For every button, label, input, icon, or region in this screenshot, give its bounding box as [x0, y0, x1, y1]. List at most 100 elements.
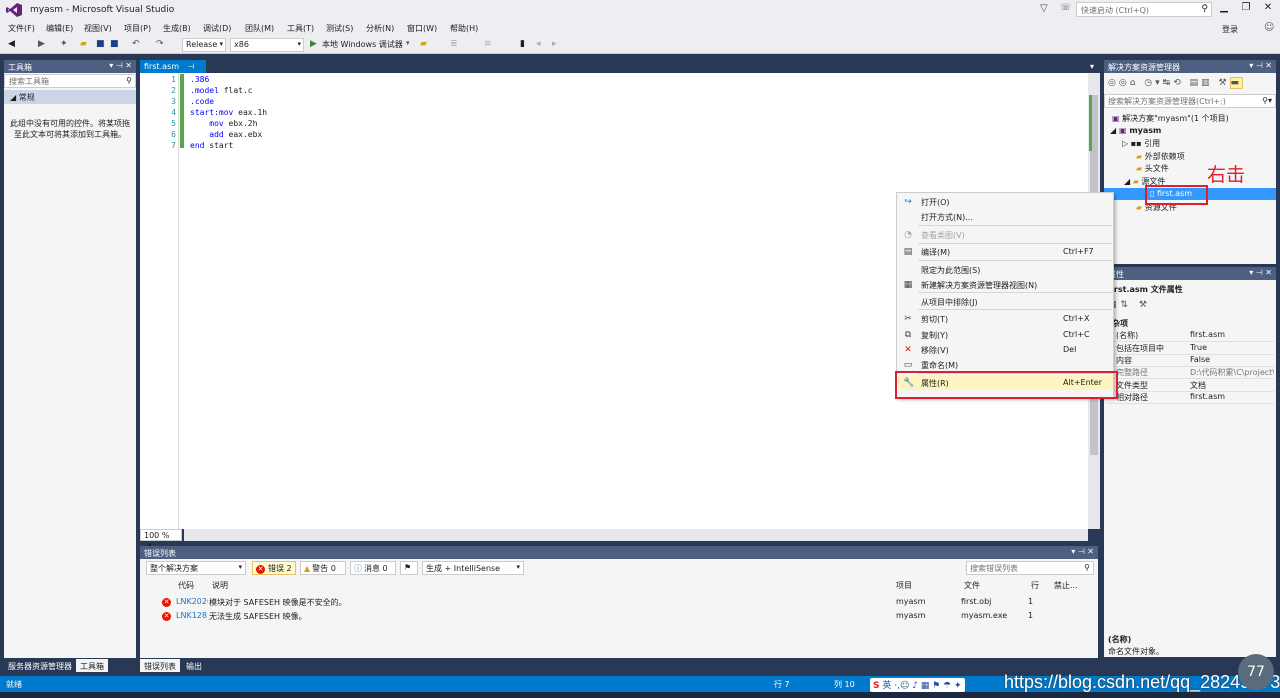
close-button[interactable]: ✕ — [1260, 2, 1276, 16]
panel-controls-icon[interactable]: ▾ ⊣ ✕ — [109, 61, 132, 70]
property-row[interactable]: 完整路径 D:\代码积累\C\project\ — [1106, 367, 1274, 379]
restore-button[interactable]: ❐ — [1238, 2, 1254, 16]
table-row[interactable]: ✕ LNK1281 无法生成 SAFESEH 映像。 myasm myasm.e… — [162, 611, 1096, 623]
panel-controls-icon[interactable]: ▾ ⊣ ✕ — [1249, 268, 1272, 277]
tree-item-project[interactable]: ◢ ▣ myasm — [1110, 126, 1161, 135]
menu-item-open[interactable]: ↪ 打开(O) — [897, 194, 1113, 209]
ime-toolbar[interactable]: S 英 ·,☺ ♪ ▦ ⚑ ☂ ✦ — [870, 678, 965, 692]
pin-icon[interactable]: ⊣ — [188, 62, 195, 71]
menu-file[interactable]: 文件(F) — [8, 23, 35, 34]
errors-filter-button[interactable]: ✕ 错误 2 — [252, 561, 296, 575]
next-bookmark-icon[interactable]: ▸ — [552, 39, 557, 49]
messages-filter-button[interactable]: ⓘ 消息 0 — [350, 561, 396, 575]
property-row[interactable]: 包括在项目中 True — [1106, 343, 1274, 355]
tree-item-external-deps[interactable]: ▰ 外部依赖项 — [1136, 151, 1185, 162]
error-scope-select[interactable]: 整个解决方案 ▾ — [146, 561, 246, 575]
menu-item-open-with[interactable]: 打开方式(N)... — [897, 209, 1113, 224]
column-header-file[interactable]: 文件 — [964, 580, 980, 591]
sign-in-link[interactable]: 登录 — [1222, 24, 1238, 35]
tree-item-references[interactable]: ▷ ▪▪ 引用 — [1122, 138, 1160, 149]
undo-icon[interactable]: ↶ — [132, 39, 140, 49]
property-row[interactable]: 文件类型 文档 — [1106, 380, 1274, 392]
menu-item-compile[interactable]: ▤ 编译(M) Ctrl+F7 — [897, 244, 1113, 259]
column-header-suppress[interactable]: 禁止... — [1054, 580, 1078, 591]
menu-team[interactable]: 团队(M) — [245, 23, 274, 34]
redo-icon[interactable]: ↷ — [156, 39, 164, 49]
column-header-project[interactable]: 项目 — [896, 580, 912, 591]
column-header-code[interactable]: 代码 — [178, 580, 194, 591]
property-row[interactable]: (名称) first.asm — [1106, 330, 1274, 342]
menu-item-copy[interactable]: ⧉ 复制(Y) Ctrl+C — [897, 327, 1113, 342]
chevron-down-icon[interactable]: ◢ — [1124, 177, 1130, 186]
property-row[interactable]: 相对路径 first.asm — [1106, 392, 1274, 404]
navigate-back-icon[interactable]: ◀ — [8, 39, 15, 49]
error-code-link[interactable]: LNK2026 — [176, 597, 208, 606]
bookmark-icon[interactable]: ▮ — [520, 39, 525, 49]
properties-object-select[interactable]: first.asm 文件属性 — [1108, 284, 1183, 295]
tree-item-solution[interactable]: ▣ 解决方案"myasm"(1 个项目) — [1112, 113, 1229, 124]
column-header-line[interactable]: 行 — [1031, 580, 1039, 591]
menu-help[interactable]: 帮助(H) — [450, 23, 478, 34]
chevron-right-icon[interactable]: ▷ — [1122, 139, 1128, 148]
tab-output[interactable]: 输出 — [182, 659, 206, 672]
menu-build[interactable]: 生成(B) — [163, 23, 191, 34]
menu-window[interactable]: 窗口(W) — [407, 23, 437, 34]
menu-test[interactable]: 测试(S) — [326, 23, 353, 34]
start-debug-icon[interactable]: ▶ — [310, 39, 317, 49]
save-all-icon[interactable]: ■ — [110, 39, 119, 49]
table-row[interactable]: ✕ LNK2026 模块对于 SAFESEH 映像是不安全的。 myasm fi… — [162, 597, 1096, 609]
chevron-down-icon[interactable]: ◢ — [1110, 126, 1116, 135]
tab-overflow-icon[interactable]: ▾ — [1090, 62, 1094, 71]
menu-item-cut[interactable]: ✂ 剪切(T) Ctrl+X — [897, 311, 1113, 326]
menu-item-new-solution-view[interactable]: ▦ 新建解决方案资源管理器视图(N) — [897, 277, 1113, 292]
menu-view[interactable]: 视图(V) — [84, 23, 112, 34]
build-filter-select[interactable]: 生成 + IntelliSense ▾ — [422, 561, 524, 575]
menu-project[interactable]: 项目(P) — [124, 23, 151, 34]
zoom-select[interactable]: 100 % ▾ — [140, 529, 182, 549]
menu-item-exclude-from-project[interactable]: 从项目中排除(J) — [897, 294, 1113, 309]
format-icon[interactable]: ≣ — [450, 39, 458, 49]
tab-first-asm[interactable]: first.asm ⊣ ✕ — [140, 60, 206, 80]
solution-explorer-search-input[interactable]: 搜索解决方案资源管理器(Ctrl+;) ⚲▾ — [1104, 94, 1276, 108]
property-row[interactable]: 内容 False — [1106, 355, 1274, 367]
account-icon[interactable]: ☺ — [1264, 22, 1274, 33]
feedback-icon[interactable]: ☏ — [1060, 3, 1071, 13]
menu-item-scope-to-this[interactable]: 限定为此范围(S) — [897, 262, 1113, 277]
start-debug-button[interactable]: 本地 Windows 调试器 — [322, 39, 403, 50]
save-icon[interactable]: ■ — [96, 39, 105, 49]
platform-select[interactable]: x86 ▾ — [230, 38, 304, 52]
menu-item-remove[interactable]: ✕ 移除(V) Del — [897, 342, 1113, 357]
panel-controls-icon[interactable]: ▾ ⊣ ✕ — [1249, 61, 1272, 70]
column-header-description[interactable]: 说明 — [212, 580, 228, 591]
error-search-input[interactable]: 搜索错误列表 ⚲ — [966, 561, 1094, 575]
menu-item-view-class-diagram[interactable]: ◔ 查看类图(V) — [897, 227, 1113, 242]
find-icon[interactable]: ▰ — [420, 39, 427, 49]
chevron-down-icon[interactable]: ▾ — [406, 39, 410, 47]
network-speed-widget[interactable]: 77 — [1238, 654, 1274, 690]
new-project-icon[interactable]: ✦ — [60, 39, 68, 49]
comment-icon[interactable]: ≡ — [484, 39, 492, 49]
menu-item-rename[interactable]: ▭ 重命名(M) — [897, 357, 1113, 372]
solution-explorer-toolbar[interactable]: ◎◎⌂ ◷▾↹⟲ ▤▥ ⚒▬ — [1108, 77, 1244, 89]
toolbox-group-general[interactable]: ◢ 常规 — [4, 90, 136, 104]
preview-toggle-icon[interactable]: ▬ — [1229, 77, 1244, 89]
tab-toolbox[interactable]: 工具箱 — [76, 659, 108, 672]
navigate-forward-icon[interactable]: ▶ — [38, 39, 45, 49]
filter-toggle-button[interactable]: ⚑ — [400, 561, 418, 575]
menu-analyze[interactable]: 分析(N) — [366, 23, 394, 34]
quick-launch-input[interactable]: 快速启动 (Ctrl+Q) ⚲ — [1076, 2, 1212, 17]
menu-debug[interactable]: 调试(D) — [203, 23, 231, 34]
properties-toolbar[interactable]: ▦⇅ ⚒ — [1108, 300, 1151, 310]
minimize-button[interactable]: ▁ — [1216, 2, 1232, 16]
filter-icon[interactable]: ▽ — [1040, 3, 1048, 14]
tab-error-list[interactable]: 错误列表 — [140, 659, 180, 672]
tree-item-header-files[interactable]: ▰ 头文件 — [1136, 163, 1169, 174]
prev-bookmark-icon[interactable]: ◂ — [536, 39, 541, 49]
error-code-link[interactable]: LNK1281 — [176, 611, 208, 620]
menu-edit[interactable]: 编辑(E) — [46, 23, 73, 34]
toolbox-search-input[interactable]: 搜索工具箱 ⚲ — [4, 74, 136, 88]
warnings-filter-button[interactable]: ▲ 警告 0 — [300, 561, 346, 575]
open-file-icon[interactable]: ▰ — [80, 39, 87, 49]
panel-controls-icon[interactable]: ▾ ⊣ ✕ — [1071, 547, 1094, 556]
menu-tools[interactable]: 工具(T) — [287, 23, 314, 34]
